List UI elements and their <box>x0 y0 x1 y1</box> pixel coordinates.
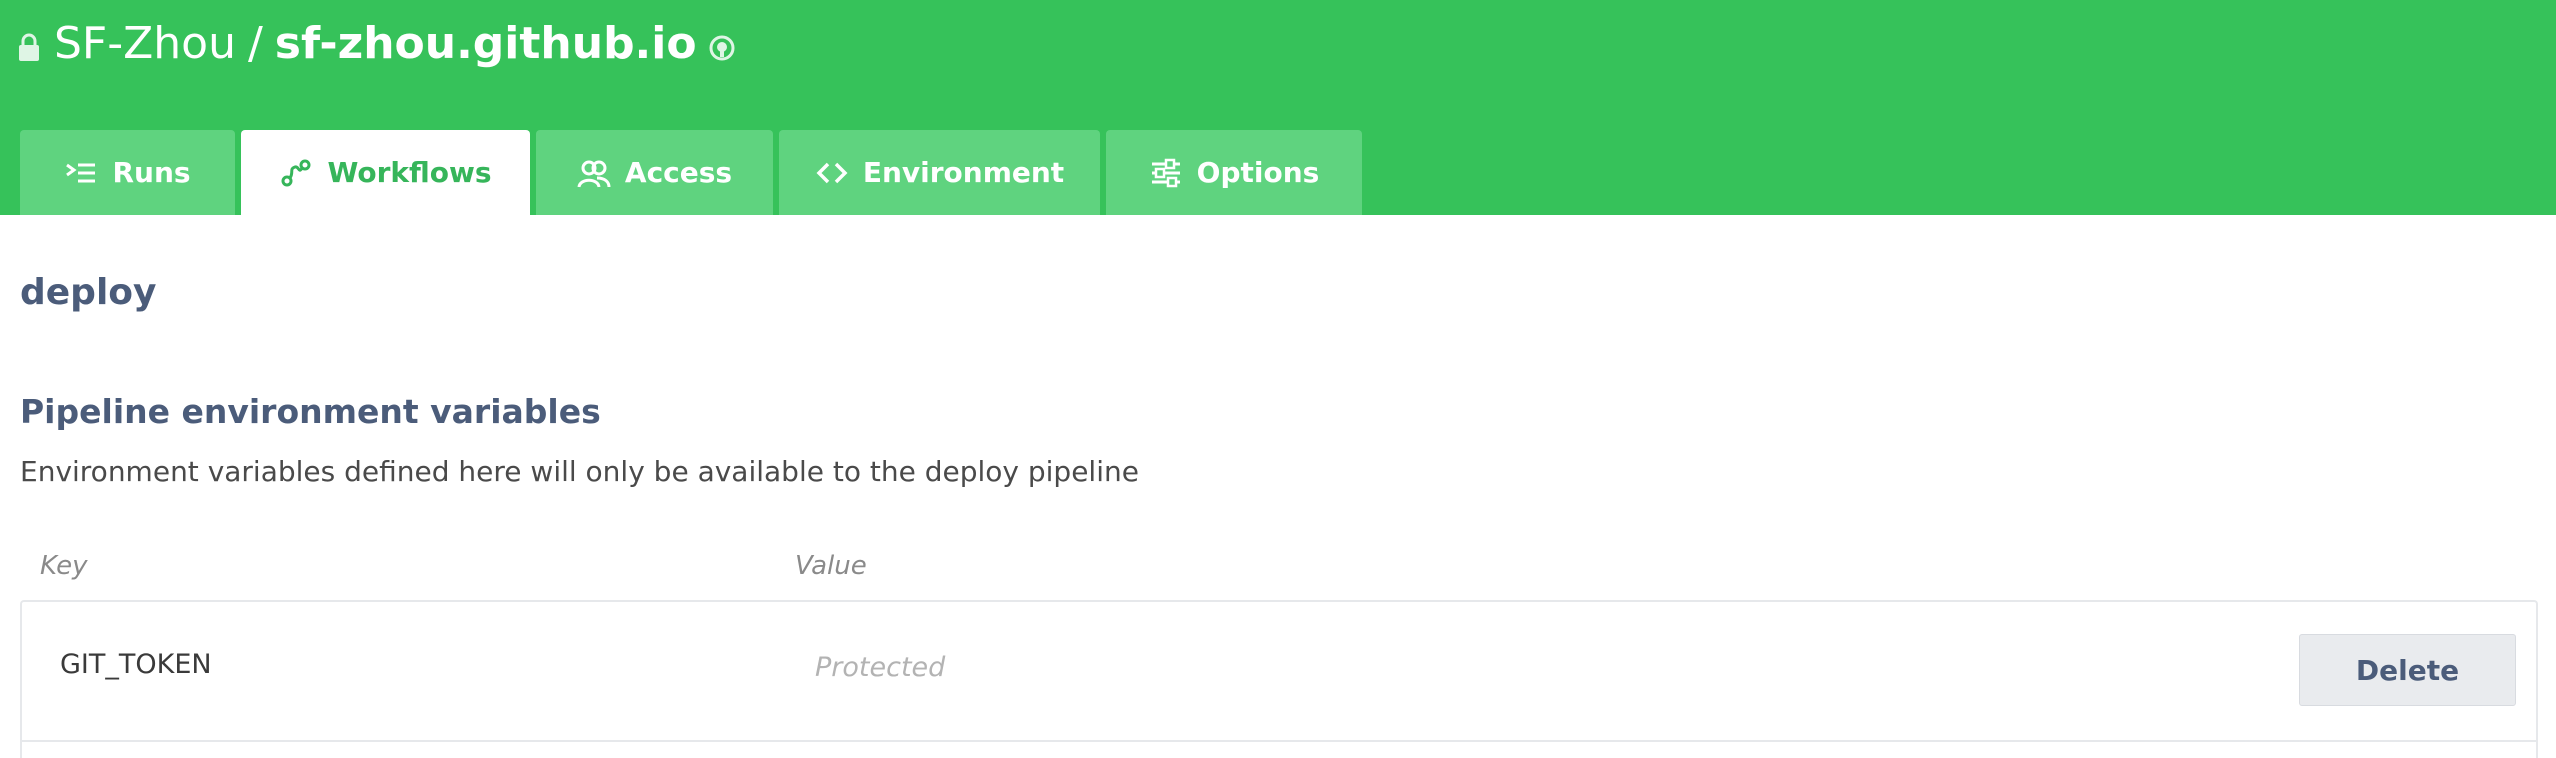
table-row: GIT_TOKEN Protected Delete <box>22 602 2536 742</box>
tab-environment-label: Environment <box>862 156 1065 189</box>
column-header-value: Value <box>795 551 867 581</box>
tab-environment[interactable]: Environment <box>779 130 1100 215</box>
env-var-value: Protected <box>815 652 946 683</box>
tab-workflows-label: Workflows <box>327 156 492 189</box>
breadcrumb-separator: / <box>247 18 263 69</box>
code-brackets-icon <box>816 162 848 183</box>
section-description: Environment variables defined here will … <box>20 455 1139 488</box>
lock-icon <box>19 33 39 61</box>
delete-button[interactable]: Delete <box>2299 634 2516 706</box>
access-icon <box>577 160 611 188</box>
workflows-icon <box>281 159 311 186</box>
tab-options[interactable]: Options <box>1106 130 1362 215</box>
tab-runs-label: Runs <box>112 156 191 189</box>
repo-breadcrumb: SF-Zhou / sf-zhou.github.io <box>18 14 735 74</box>
column-header-key: Key <box>40 551 88 581</box>
repo-name[interactable]: sf-zhou.github.io <box>275 14 697 74</box>
repo-owner[interactable]: SF-Zhou <box>54 14 236 74</box>
env-var-key: GIT_TOKEN <box>60 649 212 680</box>
env-variables-table: GIT_TOKEN Protected Delete <box>20 600 2538 758</box>
tab-runs[interactable]: Runs <box>20 130 235 215</box>
tab-access[interactable]: Access <box>536 130 773 215</box>
tab-options-label: Options <box>1196 156 1320 189</box>
workflow-title: deploy <box>20 272 157 313</box>
tab-access-label: Access <box>624 156 733 189</box>
github-icon[interactable] <box>709 35 735 61</box>
tab-workflows[interactable]: Workflows <box>241 130 530 215</box>
section-title: Pipeline environment variables <box>20 392 601 431</box>
runs-icon <box>66 163 96 182</box>
tab-bar: Runs Workflows Access Environment Option… <box>20 130 1362 215</box>
options-icon <box>1151 158 1180 187</box>
app-header: SF-Zhou / sf-zhou.github.io Runs Workflo… <box>0 0 2556 215</box>
